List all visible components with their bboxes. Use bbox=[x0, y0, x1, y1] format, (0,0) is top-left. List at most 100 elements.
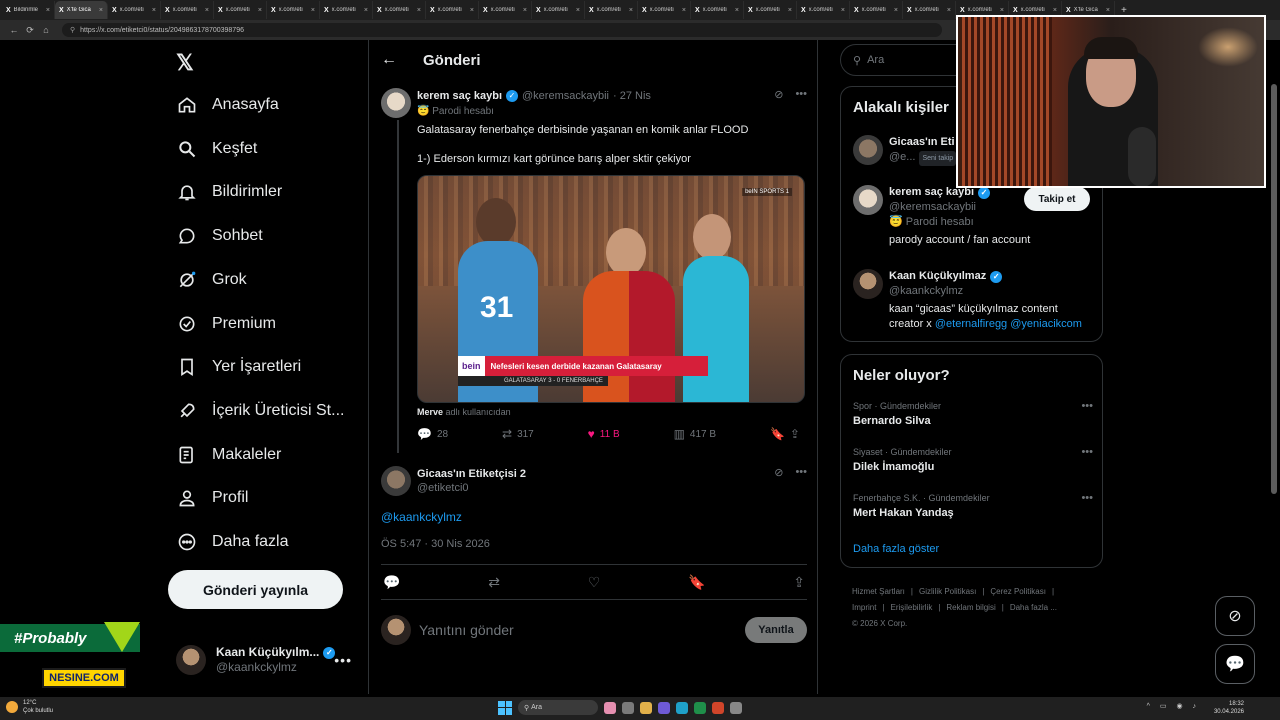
nav-item-bookmark[interactable]: Yer İşaretleri bbox=[176, 352, 301, 382]
mention-link[interactable]: @kaankckylmz bbox=[381, 510, 462, 524]
close-icon[interactable]: × bbox=[1000, 7, 1004, 14]
retweet-stat[interactable]: ⇄ 317 bbox=[502, 427, 534, 441]
nav-item-rocket[interactable]: İçerik Üreticisi St... bbox=[176, 396, 344, 426]
browser-tab[interactable]: Xx.com/eti × bbox=[161, 1, 214, 19]
taskbar-clock[interactable]: 18:32 30.04.2026 bbox=[1214, 700, 1244, 716]
retweet-icon[interactable]: ⇄ bbox=[488, 574, 500, 591]
reload-icon[interactable]: ⟳ bbox=[22, 25, 38, 36]
grok-float-icon[interactable]: ⊘ bbox=[1215, 596, 1255, 636]
avatar[interactable] bbox=[853, 135, 883, 165]
close-icon[interactable]: × bbox=[1106, 7, 1110, 14]
nav-item-grok[interactable]: Grok bbox=[176, 265, 247, 295]
nav-item-premium[interactable]: Premium bbox=[176, 309, 276, 339]
nav-item-search[interactable]: Keşfet bbox=[176, 134, 257, 164]
grok-icon[interactable]: ⊘ bbox=[774, 88, 783, 101]
related-name[interactable]: Gicaas'ın Eti bbox=[889, 135, 955, 150]
reply-icon[interactable]: 💬 bbox=[383, 574, 400, 591]
discord-icon[interactable] bbox=[658, 701, 670, 714]
more-options-icon[interactable]: ••• bbox=[334, 652, 352, 668]
store-icon[interactable] bbox=[694, 701, 706, 714]
tweet-date[interactable]: · 27 Nis bbox=[613, 90, 651, 102]
more-options-icon[interactable]: ••• bbox=[795, 88, 807, 101]
tweet-author-name[interactable]: kerem saç kaybı bbox=[417, 90, 502, 102]
more-options-icon[interactable]: ••• bbox=[795, 466, 807, 479]
close-icon[interactable]: × bbox=[311, 7, 315, 14]
browser-tab[interactable]: Xx.com/eti × bbox=[373, 1, 426, 19]
footer-link[interactable]: Imprint bbox=[852, 603, 876, 612]
post-timestamp[interactable]: ÖS 5:47 · 30 Nis 2026 bbox=[381, 538, 490, 550]
close-icon[interactable]: × bbox=[735, 7, 739, 14]
new-tab-icon[interactable]: + bbox=[1121, 5, 1127, 16]
views-stat[interactable]: ▥ 417 B bbox=[674, 427, 716, 441]
bio-link[interactable]: @eternalfiregg bbox=[935, 318, 1007, 330]
browser-tab[interactable]: Xx.com/eti × bbox=[320, 1, 373, 19]
nav-item-bell[interactable]: Bildirimler bbox=[176, 177, 282, 207]
share-icon[interactable]: ⇪ bbox=[790, 427, 800, 441]
footer-link[interactable]: Çerez Politikası bbox=[990, 587, 1046, 596]
close-icon[interactable]: × bbox=[576, 7, 580, 14]
related-name[interactable]: Kaan Küçükyılmaz bbox=[889, 269, 986, 284]
weather-widget[interactable]: 12°C Çok bulutlu bbox=[6, 699, 53, 715]
post-button[interactable]: Gönderi yayınla bbox=[168, 570, 343, 609]
footer-link[interactable]: Daha fazla ... bbox=[1010, 603, 1057, 612]
trend-item[interactable]: Fenerbahçe S.K. · Gündemdekiler Mert Hak… bbox=[853, 491, 1093, 521]
close-icon[interactable]: × bbox=[152, 7, 156, 14]
close-icon[interactable]: × bbox=[894, 7, 898, 14]
close-icon[interactable]: × bbox=[682, 7, 686, 14]
browser-tab[interactable]: Xx.com/eti × bbox=[797, 1, 850, 19]
task-view-icon[interactable] bbox=[622, 701, 634, 714]
heart-icon[interactable]: ♡ bbox=[588, 574, 601, 591]
edge-icon[interactable] bbox=[676, 701, 688, 714]
close-icon[interactable]: × bbox=[470, 7, 474, 14]
site-info-icon[interactable]: ⚲ bbox=[70, 26, 75, 34]
avatar[interactable] bbox=[381, 466, 411, 496]
footer-link[interactable]: Hizmet Şartları bbox=[852, 587, 905, 596]
close-icon[interactable]: × bbox=[947, 7, 951, 14]
trend-item[interactable]: Spor · Gündemdekiler Bernardo Silva ••• bbox=[853, 399, 1093, 429]
browser-tab[interactable]: Xx.com/eti × bbox=[691, 1, 744, 19]
footer-link[interactable]: Reklam bilgisi bbox=[946, 603, 995, 612]
browser-tab[interactable]: Xx.com/eti × bbox=[267, 1, 320, 19]
grok-icon[interactable]: ⊘ bbox=[774, 466, 783, 479]
widgets-icon[interactable] bbox=[604, 701, 616, 714]
media-attribution[interactable]: Merve adlı kullanıcıdan bbox=[417, 407, 807, 417]
tweet-video[interactable]: 31 beIN SPORTS 1 bein Nefesleri kesen de… bbox=[417, 175, 805, 403]
reply-author-name[interactable]: Gicaas'ın Etiketçisi 2 bbox=[417, 468, 526, 480]
reply-author-handle[interactable]: @etiketci0 bbox=[417, 482, 807, 494]
url-field[interactable]: ⚲ https://x.com/etiketci0/status/2049863… bbox=[62, 23, 942, 37]
browser-tab[interactable]: X X'te Gica × bbox=[55, 1, 108, 19]
share-icon[interactable]: ⇪ bbox=[793, 574, 805, 591]
close-icon[interactable]: × bbox=[841, 7, 845, 14]
reply-input[interactable]: Yanıtını gönder bbox=[419, 622, 745, 638]
bookmark-icon[interactable]: 🔖 bbox=[770, 427, 785, 441]
x-logo-icon[interactable]: 𝕏 bbox=[176, 50, 194, 76]
bookmark-icon[interactable]: 🔖 bbox=[688, 574, 705, 591]
nav-item-profile[interactable]: Profil bbox=[176, 483, 248, 513]
back-nav-icon[interactable]: ← bbox=[6, 25, 22, 35]
app-icon[interactable] bbox=[712, 701, 724, 714]
close-icon[interactable]: × bbox=[417, 7, 421, 14]
windows-start-icon[interactable] bbox=[498, 700, 512, 715]
close-icon[interactable]: × bbox=[364, 7, 368, 14]
file-explorer-icon[interactable] bbox=[640, 701, 652, 714]
close-icon[interactable]: × bbox=[46, 7, 50, 14]
browser-tab[interactable]: X Bildirimle × bbox=[2, 1, 55, 19]
like-stat[interactable]: ♥ 11 B bbox=[588, 427, 620, 441]
close-icon[interactable]: × bbox=[205, 7, 209, 14]
show-more-link[interactable]: Daha fazla göster bbox=[853, 543, 939, 555]
reply-stat[interactable]: 💬 28 bbox=[417, 427, 448, 441]
nav-item-article[interactable]: Makaleler bbox=[176, 440, 281, 470]
system-tray-icons[interactable]: ^ ▭ ◉ ♪ bbox=[1147, 702, 1200, 710]
nav-item-more[interactable]: Daha fazla bbox=[176, 527, 289, 557]
browser-tab[interactable]: Xx.com/eti × bbox=[744, 1, 797, 19]
browser-tab[interactable]: Xx.com/eti × bbox=[426, 1, 479, 19]
account-switcher[interactable]: Kaan Küçükyılm... ✓ @kaankckylmz ••• bbox=[176, 640, 356, 680]
tweet-author-handle[interactable]: @keremsackaybii bbox=[522, 90, 609, 102]
browser-tab[interactable]: Xx.com/eti × bbox=[903, 1, 956, 19]
back-arrow-icon[interactable]: ← bbox=[381, 51, 411, 69]
avatar[interactable] bbox=[853, 185, 883, 215]
more-options-icon[interactable]: ••• bbox=[1081, 445, 1093, 460]
trend-item[interactable]: Siyaset · Gündemdekiler Dilek İmamoğlu •… bbox=[853, 445, 1093, 475]
close-icon[interactable]: × bbox=[788, 7, 792, 14]
avatar[interactable] bbox=[853, 269, 883, 299]
